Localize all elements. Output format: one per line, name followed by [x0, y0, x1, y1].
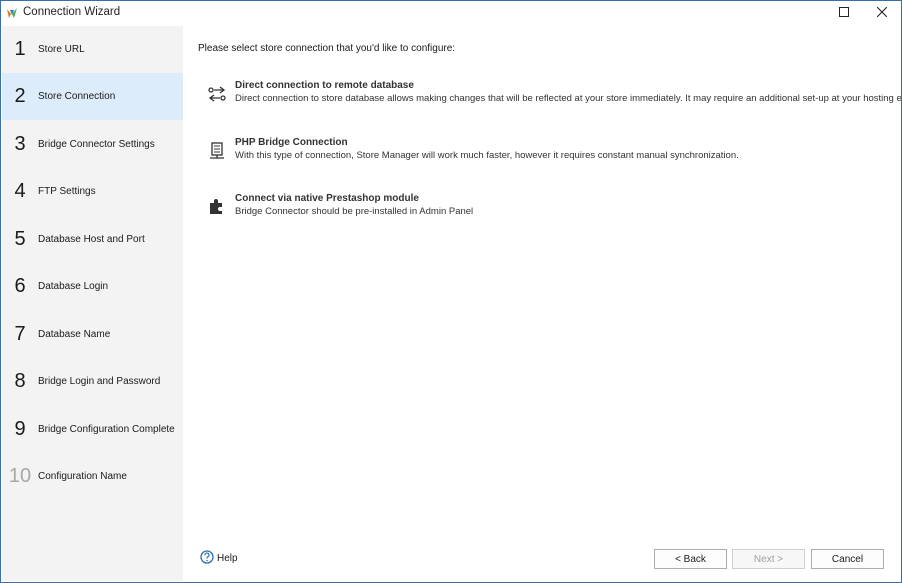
page-prompt: Please select store connection that you'…: [198, 43, 456, 54]
step-bridge-configuration-complete[interactable]: 9 Bridge Configuration Complete: [2, 406, 183, 453]
step-label: Database Name: [38, 329, 111, 340]
php-bridge-icon: [207, 141, 227, 161]
option-title: PHP Bridge Connection: [235, 137, 348, 148]
step-number: 7: [14, 323, 26, 345]
step-bridge-login-and-password[interactable]: 8 Bridge Login and Password: [2, 358, 183, 405]
step-number: 9: [14, 418, 26, 440]
step-bridge-connector-settings[interactable]: 3 Bridge Connector Settings: [2, 121, 183, 168]
title-bar[interactable]: Connection Wizard: [1, 1, 901, 26]
connection-wizard-window: Connection Wizard 1 Store URL 2 Store Co…: [0, 0, 902, 583]
puzzle-module-icon: [207, 197, 227, 217]
step-number: 3: [14, 133, 26, 155]
step-label: Bridge Configuration Complete: [38, 424, 175, 435]
step-number: 10: [8, 465, 32, 487]
maximize-icon: [839, 7, 849, 20]
option-description: Bridge Connector should be pre-installed…: [235, 206, 474, 217]
window-title: Connection Wizard: [23, 6, 121, 18]
option-title: Direct connection to remote database: [235, 80, 414, 91]
back-button[interactable]: < Back: [654, 549, 727, 569]
wizard-steps-sidebar: 1 Store URL 2 Store Connection 3 Bridge …: [2, 26, 183, 581]
close-icon: [876, 6, 888, 20]
step-label: Configuration Name: [38, 471, 127, 482]
direct-connection-icon: [207, 84, 227, 104]
main-content: Please select store connection that you'…: [183, 26, 901, 582]
option-prestashop-module[interactable]: Connect via native Prestashop module Bri…: [207, 193, 897, 229]
step-label: Store Connection: [38, 91, 116, 102]
step-database-name[interactable]: 7 Database Name: [2, 311, 183, 358]
step-label: FTP Settings: [38, 186, 96, 197]
close-button[interactable]: [863, 1, 901, 26]
step-store-url[interactable]: 1 Store URL: [2, 26, 183, 73]
step-label: Bridge Login and Password: [38, 376, 161, 387]
option-description: Direct connection to store database allo…: [235, 93, 902, 104]
app-logo-icon: [6, 7, 18, 19]
help-icon: [200, 550, 214, 567]
step-database-host-and-port[interactable]: 5 Database Host and Port: [2, 216, 183, 263]
next-button: Next >: [732, 549, 805, 569]
step-store-connection[interactable]: 2 Store Connection: [2, 73, 183, 120]
step-configuration-name: 10 Configuration Name: [2, 453, 183, 500]
cancel-button[interactable]: Cancel: [811, 549, 884, 569]
step-number: 4: [14, 180, 26, 202]
step-number: 2: [14, 85, 26, 107]
option-php-bridge[interactable]: PHP Bridge Connection With this type of …: [207, 137, 897, 173]
step-label: Store URL: [38, 44, 85, 55]
step-number: 6: [14, 275, 26, 297]
step-number: 8: [14, 370, 26, 392]
help-link[interactable]: Help: [200, 550, 238, 567]
step-label: Database Login: [38, 281, 109, 292]
step-label: Bridge Connector Settings: [38, 139, 155, 150]
step-database-login[interactable]: 6 Database Login: [2, 263, 183, 310]
help-label: Help: [217, 553, 238, 564]
step-ftp-settings[interactable]: 4 FTP Settings: [2, 168, 183, 215]
step-number: 5: [14, 228, 26, 250]
option-description: With this type of connection, Store Mana…: [235, 150, 739, 161]
step-number: 1: [14, 38, 26, 60]
option-title: Connect via native Prestashop module: [235, 193, 419, 204]
step-label: Database Host and Port: [38, 234, 145, 245]
option-direct-connection[interactable]: Direct connection to remote database Dir…: [207, 80, 901, 116]
maximize-button[interactable]: [825, 1, 863, 26]
